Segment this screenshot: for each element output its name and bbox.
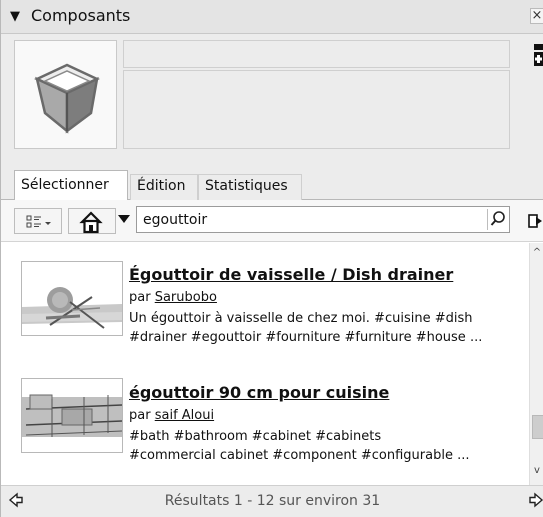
description-line: #drainer #egouttoir #fourniture #furnitu…: [129, 330, 483, 345]
components-panel: ▼ Composants × Sélectionner Édition Stat…: [0, 0, 543, 517]
component-cube-icon: [34, 63, 100, 134]
component-description-field: [123, 70, 510, 149]
search-input[interactable]: [136, 206, 510, 233]
result-description: Un égouttoir à vaisselle de chez moi. #c…: [129, 309, 529, 347]
tab-label: Édition: [137, 178, 186, 194]
view-options-icon: [26, 215, 51, 228]
home-button[interactable]: [68, 208, 116, 234]
by-prefix: par: [129, 408, 151, 423]
result-description: #bath #bathroom #cabinet #cabinets #comm…: [129, 427, 529, 465]
author-link[interactable]: saif Aloui: [155, 408, 214, 423]
component-preview: [14, 40, 117, 149]
result-thumbnail[interactable]: [21, 261, 123, 336]
results-footer: Résultats 1 - 12 sur environ 31: [1, 485, 543, 517]
by-prefix: par: [129, 290, 151, 305]
collapse-triangle-icon[interactable]: ▼: [10, 9, 20, 24]
details-arrow-icon[interactable]: [525, 211, 543, 231]
description-line: #bath #bathroom #cabinet #cabinets: [129, 429, 382, 444]
tab-label: Statistiques: [205, 178, 288, 194]
scroll-down-icon[interactable]: v: [530, 465, 543, 477]
scrollbar-thumb[interactable]: [532, 415, 543, 439]
details-panel-toggle-icon[interactable]: [532, 43, 543, 69]
dish-drainer-thumbnail: [22, 262, 122, 335]
result-thumbnail[interactable]: [21, 378, 123, 453]
tab-select[interactable]: Sélectionner: [14, 170, 128, 201]
home-icon: [79, 211, 103, 234]
view-options-button[interactable]: [14, 208, 62, 234]
component-name-field: [123, 40, 510, 68]
search-button[interactable]: [487, 209, 508, 230]
results-scrollbar[interactable]: ^ v: [529, 243, 543, 485]
tab-statistics[interactable]: Statistiques: [198, 174, 302, 200]
next-arrow-icon[interactable]: [529, 491, 543, 509]
results-list[interactable]: Égouttoir de vaisselle / Dish drainer pa…: [1, 243, 529, 485]
tab-edit[interactable]: Édition: [130, 174, 198, 200]
description-line: Un égouttoir à vaisselle de chez moi. #c…: [129, 311, 473, 326]
dish-rack-thumbnail: [22, 379, 122, 452]
result-byline: par saif Aloui: [129, 408, 214, 423]
result-byline: par Sarubobo: [129, 290, 217, 305]
dropdown-arrow-icon[interactable]: [116, 211, 132, 227]
author-link[interactable]: Sarubobo: [155, 290, 217, 305]
result-title-link[interactable]: Égouttoir de vaisselle / Dish drainer: [129, 265, 453, 284]
tab-label: Sélectionner: [21, 177, 109, 193]
scroll-up-icon[interactable]: ^: [530, 247, 543, 259]
panel-title: Composants: [31, 6, 131, 25]
close-icon[interactable]: ×: [530, 8, 543, 24]
panel-title-bar[interactable]: ▼ Composants ×: [1, 0, 543, 34]
result-title-link[interactable]: égouttoir 90 cm pour cuisine: [129, 383, 389, 402]
search-icon: [490, 211, 505, 226]
results-status: Résultats 1 - 12 sur environ 31: [164, 493, 381, 509]
description-line: #commercial cabinet #component #configur…: [129, 448, 470, 463]
